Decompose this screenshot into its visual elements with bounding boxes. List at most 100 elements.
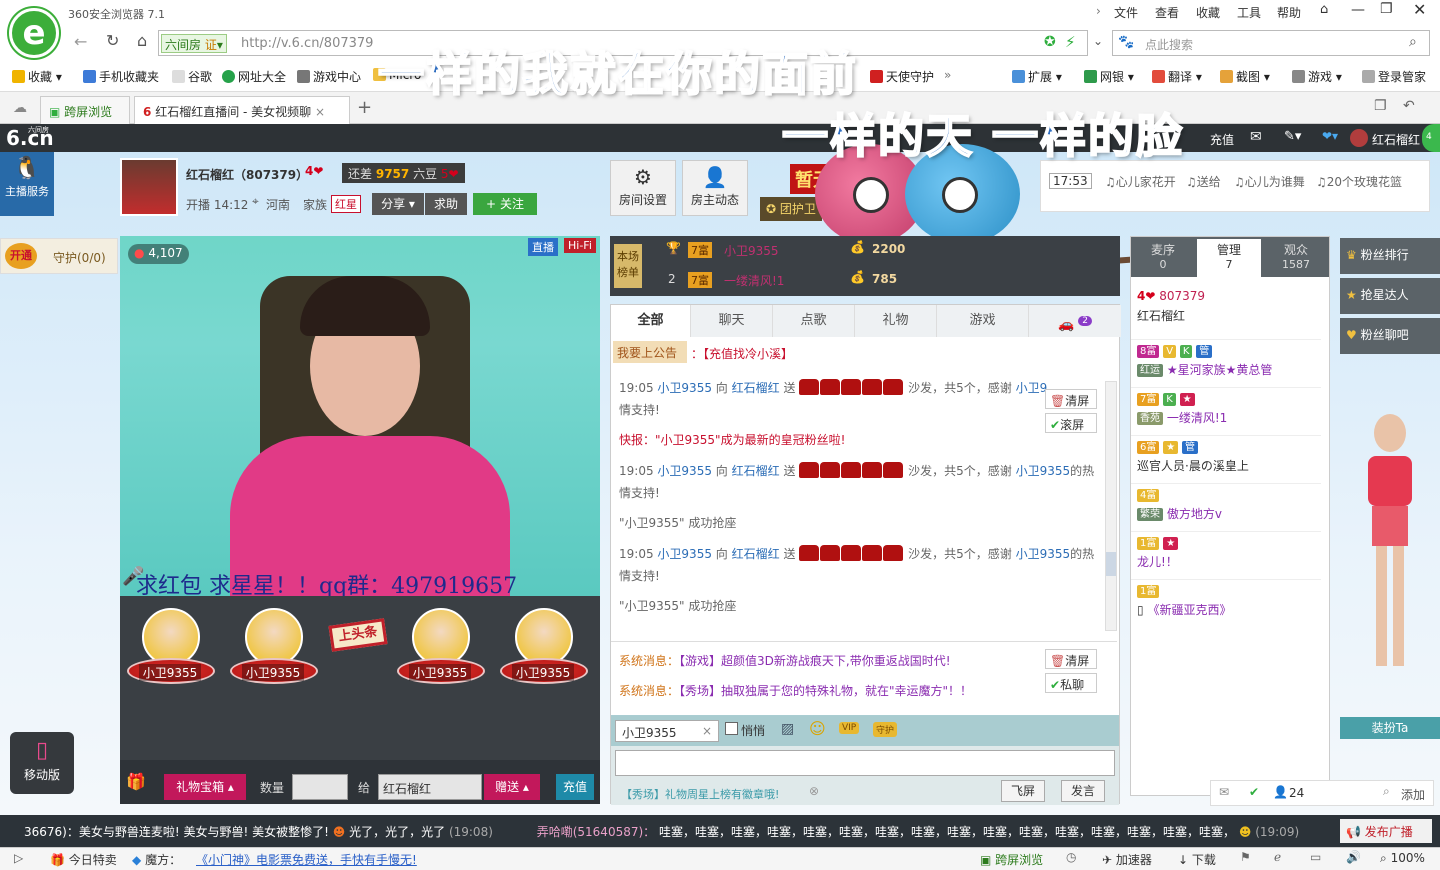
menu-tools[interactable]: 工具: [1237, 4, 1261, 21]
cloud-icon[interactable]: ☁: [13, 100, 27, 116]
edit-icon[interactable]: ✎▾: [1284, 129, 1301, 144]
user-item[interactable]: 1富 ▯ 《新疆亚克西》: [1131, 579, 1321, 618]
ie-icon[interactable]: ℯ: [1274, 850, 1281, 864]
maximize-icon[interactable]: ❐: [1380, 1, 1393, 17]
menu-help[interactable]: 帮助: [1277, 4, 1301, 21]
clear-screen-button[interactable]: 🗑清屏: [1045, 389, 1097, 409]
mail-icon[interactable]: ✉: [1250, 129, 1262, 145]
user-item[interactable]: 6富 ★ 管 巡官人员·晨の溪皇上: [1131, 435, 1321, 474]
chat-scrollbar[interactable]: [1105, 381, 1117, 631]
fav-mobile[interactable]: 手机收藏夹: [83, 68, 159, 85]
fav-more-icon[interactable]: »: [944, 68, 951, 82]
heart-icon[interactable]: ❤▾: [1322, 129, 1338, 143]
gift-icon[interactable]: 🎁: [126, 772, 146, 791]
song-item[interactable]: ♫心儿家花开: [1105, 173, 1176, 190]
chat-input[interactable]: [615, 750, 1115, 776]
site-user-name[interactable]: 红石榴红: [1372, 131, 1420, 148]
chat-tab-car[interactable]: 🚗 2: [1029, 305, 1121, 337]
clear-target-icon[interactable]: ×: [702, 724, 712, 738]
help-button[interactable]: 求助: [425, 193, 467, 215]
chat-tab-games[interactable]: 游戏: [937, 305, 1029, 337]
mail-icon[interactable]: ✉: [1219, 785, 1229, 799]
rank-user[interactable]: 小卫9355: [724, 242, 779, 259]
user-item[interactable]: 1富 ★ 龙儿!！: [1131, 531, 1321, 570]
song-item[interactable]: ♫心儿为谁舞: [1234, 173, 1305, 190]
sofa-seat[interactable]: 小卫9355: [127, 608, 217, 698]
fav-daohang[interactable]: 网址大全: [222, 68, 286, 85]
dress-up-button[interactable]: 装扮Ta: [1340, 717, 1440, 739]
sidebar-toggle-icon[interactable]: ▷: [14, 851, 23, 865]
rank-user[interactable]: 一缕清风!1: [724, 272, 784, 289]
video-stream[interactable]: ● 4,107 直播 Hi-Fi 求红包 求星星！！qq群：497919657 …: [120, 236, 600, 596]
emoji-icon[interactable]: ☺: [809, 719, 826, 738]
menu-view[interactable]: 查看: [1155, 4, 1179, 21]
gift-target-select[interactable]: 红石榴红: [378, 774, 482, 800]
sofa-seat[interactable]: 小卫9355: [500, 608, 590, 698]
song-item[interactable]: ♫送给: [1186, 173, 1221, 190]
daily-sale-link[interactable]: 🎁 今日特卖: [50, 851, 117, 868]
close-icon[interactable]: ✕: [1413, 0, 1426, 19]
close-hint-icon[interactable]: ⊗: [809, 784, 819, 798]
chat-tab-all[interactable]: 全部: [611, 305, 691, 337]
search-box[interactable]: 🐾 点此搜索 ⌕: [1112, 30, 1430, 56]
tool-games[interactable]: 游戏 ▾: [1292, 68, 1342, 85]
cross-screen-link[interactable]: ▣ 跨屏浏览: [980, 851, 1043, 868]
tab-live-room[interactable]: 6 红石榴红直播间 - 美女视频聊 ×: [134, 96, 350, 124]
send-gift-button[interactable]: 赠送 ▴: [484, 774, 540, 800]
avatar[interactable]: [1350, 129, 1368, 147]
user-item[interactable]: 4❤ 807379: [1131, 289, 1321, 303]
microphone-icon[interactable]: 🎤: [122, 566, 144, 587]
anchor-photo[interactable]: [120, 158, 178, 216]
history-icon[interactable]: ◷: [1066, 850, 1076, 864]
user-name[interactable]: 红石榴红: [1131, 307, 1321, 324]
address-dropdown-icon[interactable]: ⌄: [1093, 34, 1103, 48]
back-icon[interactable]: ←: [74, 32, 87, 51]
refresh-icon[interactable]: ↻: [106, 31, 119, 50]
quantity-input[interactable]: [292, 774, 348, 800]
recharge-button[interactable]: 充值: [556, 774, 594, 800]
chat-tab-songs[interactable]: 点歌: [773, 305, 855, 337]
notice-button[interactable]: 我要上公告: [613, 341, 688, 363]
tab-queue[interactable]: 麦序 0: [1131, 237, 1195, 277]
search-engine-icon[interactable]: 🐾: [1118, 35, 1134, 50]
window-icon[interactable]: ▭: [1310, 850, 1321, 864]
star-grabber-button[interactable]: ★ 抢星达人: [1340, 278, 1440, 314]
clear-screen-button-2[interactable]: 🗑清屏: [1045, 649, 1097, 669]
quiet-checkbox[interactable]: [725, 722, 738, 735]
fav-google[interactable]: 谷歌: [172, 68, 212, 85]
restore-tab-icon[interactable]: ❐: [1374, 98, 1387, 114]
guard-chat-icon[interactable]: 守护: [873, 722, 898, 737]
follow-button[interactable]: + 关注: [473, 193, 537, 215]
zoom-level[interactable]: ⌕ 100%: [1380, 851, 1425, 866]
tool-screenshot[interactable]: 截图 ▾: [1220, 68, 1270, 85]
search-icon[interactable]: ⌕: [1383, 784, 1390, 799]
scroll-screen-button[interactable]: ✔滚屏: [1045, 413, 1097, 433]
fans-ranking-button[interactable]: ♛ 粉丝排行: [1340, 238, 1440, 274]
user-item[interactable]: 7富 K ★ 香苑 一缕清风!1: [1131, 387, 1321, 426]
sofa-seat[interactable]: 小卫9355: [397, 608, 487, 698]
image-icon[interactable]: ▨: [781, 721, 794, 737]
tab-admins[interactable]: 管理 7: [1197, 239, 1261, 277]
family-badge[interactable]: 红星: [331, 195, 361, 213]
tool-bank[interactable]: 网银 ▾: [1084, 68, 1134, 85]
skin-icon[interactable]: ⌂: [1320, 2, 1328, 17]
gift-chest-button[interactable]: 礼物宝箱 ▴: [164, 774, 246, 800]
download-link[interactable]: ↓ 下载: [1178, 851, 1216, 868]
recharge-link[interactable]: 充值: [1210, 131, 1234, 148]
sound-icon[interactable]: 🔊: [1346, 850, 1361, 864]
private-chat-button[interactable]: ✔私聊: [1045, 673, 1097, 693]
chat-target-select[interactable]: 小卫9355 ×: [615, 720, 719, 742]
vip-icon[interactable]: VIP: [839, 722, 860, 734]
host-dynamics-button[interactable]: 👤 房主动态: [682, 160, 748, 216]
user-item[interactable]: 8富 V K 管 红运 ★星河家族★黄总管: [1131, 339, 1321, 378]
new-tab-icon[interactable]: +: [357, 97, 372, 118]
publish-broadcast-button[interactable]: 📢 发布广播: [1340, 819, 1432, 843]
anchor-service-button[interactable]: 🐧 主播服务: [0, 152, 54, 216]
accelerator-link[interactable]: ✈ 加速器: [1102, 851, 1152, 868]
tab-close-icon[interactable]: ×: [315, 105, 325, 119]
fav-collect[interactable]: 收藏 ▾: [12, 68, 62, 85]
fans-chat-button[interactable]: ♥ 粉丝聊吧: [1340, 318, 1440, 354]
search-icon[interactable]: ⌕: [1409, 34, 1417, 50]
send-message-button[interactable]: 发言: [1061, 780, 1105, 802]
fav-games[interactable]: 游戏中心: [297, 68, 361, 85]
